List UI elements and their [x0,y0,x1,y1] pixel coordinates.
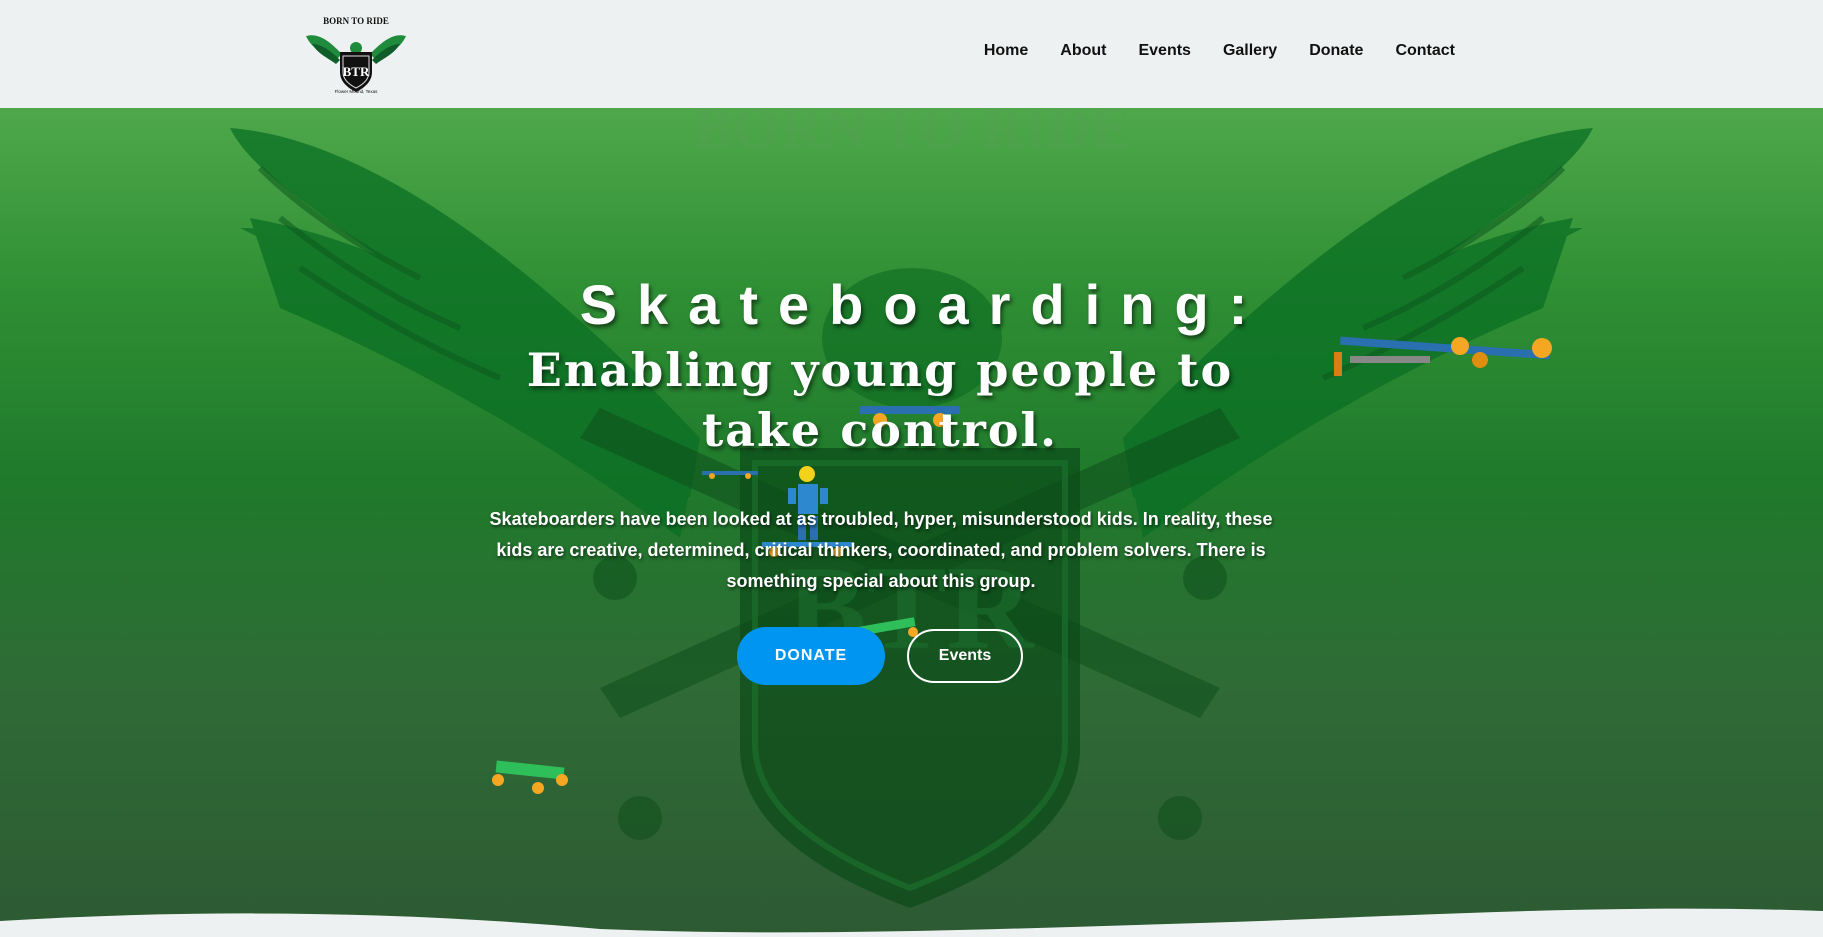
hero-description: Skateboarders have been looked at as tro… [489,509,1273,591]
nav-donate[interactable]: Donate [1309,42,1363,60]
nav-events[interactable]: Events [1138,42,1190,60]
hero-title: Skateboarding: [579,273,1268,336]
skateboard-decoration [1334,336,1552,376]
svg-text:Flower Mound, Texas: Flower Mound, Texas [335,89,378,94]
donate-button[interactable]: DONATE [737,627,885,685]
born-to-ride-logo[interactable]: BORN TO RIDE BTR Flower Mound, Texas [302,14,410,94]
hero-subtitle: Enabling young people to take control. [526,343,1234,457]
nav-about[interactable]: About [1060,42,1106,60]
main-nav: Home About Events Gallery Donate Contact [984,42,1455,60]
skateboard-decoration [492,760,568,794]
svg-text:BORN TO RIDE: BORN TO RIDE [323,16,389,26]
events-button[interactable]: Events [907,629,1023,683]
nav-gallery[interactable]: Gallery [1223,42,1277,60]
skateboard-decoration [702,471,758,479]
svg-text:BORN TO RIDE: BORN TO RIDE [693,108,1131,161]
hero-section: BTR BORN TO RIDE Skateboarding: Enabling… [0,108,1823,937]
svg-text:BTR: BTR [343,64,370,79]
nav-contact[interactable]: Contact [1395,42,1455,60]
hero-bottom-wave [0,908,1823,937]
site-header: BORN TO RIDE BTR Flower Mound, Texas Hom… [0,0,1823,108]
nav-home[interactable]: Home [984,42,1028,60]
